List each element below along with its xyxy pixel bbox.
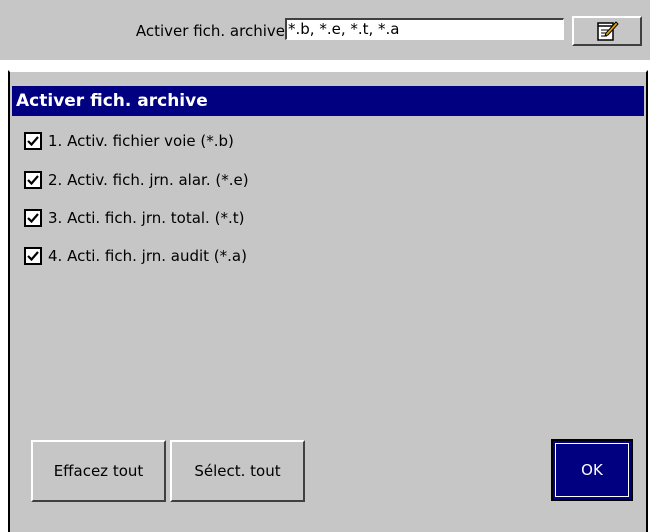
checkbox-audit-log[interactable] — [24, 247, 42, 265]
option-audit-log[interactable]: 4. Acti. fich. jrn. audit (*.a) — [24, 244, 247, 268]
option-total-log[interactable]: 3. Acti. fich. jrn. total. (*.t) — [24, 206, 244, 230]
archive-dialog: Activer fich. archive 1. Activ. fichier … — [8, 70, 648, 532]
option-label: 3. Acti. fich. jrn. total. (*.t) — [48, 209, 245, 227]
checkbox-alarm-log[interactable] — [24, 171, 42, 189]
ok-button[interactable]: OK — [551, 439, 633, 501]
checkmark-icon — [27, 213, 39, 224]
edit-notepad-icon — [597, 21, 619, 41]
option-alarm-log[interactable]: 2. Activ. fich. jrn. alar. (*.e) — [24, 168, 249, 192]
checkbox-total-log[interactable] — [24, 209, 42, 227]
checkmark-icon — [27, 175, 39, 186]
checkbox-channel-file[interactable] — [24, 132, 42, 150]
checkmark-icon — [27, 251, 39, 262]
checkmark-icon — [27, 136, 39, 147]
option-label: 1. Activ. fichier voie (*.b) — [48, 132, 234, 150]
archive-setting-field[interactable]: *.b, *.e, *.t, *.a — [285, 18, 564, 40]
option-label: 2. Activ. fich. jrn. alar. (*.e) — [48, 171, 249, 189]
archive-setting-label: Activer fich. archive — [135, 22, 285, 40]
dialog-title: Activer fich. archive — [12, 86, 644, 116]
select-all-button[interactable]: Sélect. tout — [170, 440, 305, 502]
clear-all-button[interactable]: Effacez tout — [31, 440, 166, 502]
option-label: 4. Acti. fich. jrn. audit (*.a) — [48, 247, 247, 265]
option-channel-file[interactable]: 1. Activ. fichier voie (*.b) — [24, 129, 234, 153]
top-toolbar: Activer fich. archive *.b, *.e, *.t, *.a — [0, 0, 650, 60]
edit-button[interactable] — [572, 16, 642, 46]
